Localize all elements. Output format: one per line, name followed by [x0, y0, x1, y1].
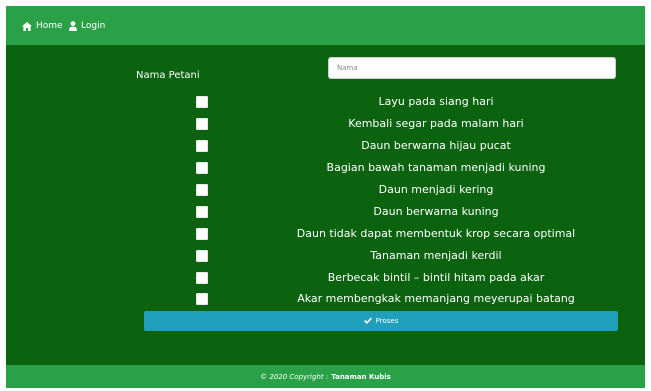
symptom-row: Daun berwarna hijau pucat [6, 137, 645, 157]
symptom-label: Kembali segar pada malam hari [348, 117, 524, 130]
footer-copyright: © 2020 Copyright : [260, 372, 329, 381]
symptom-label: Akar membengkak memanjang meyerupai bata… [297, 292, 575, 305]
process-button[interactable]: Proses [144, 311, 618, 331]
page: Home Login Nama Petani Layu pada siang h… [6, 6, 645, 388]
symptom-row: Daun berwarna kuning [6, 203, 645, 223]
symptom-checkbox[interactable] [196, 250, 208, 262]
symptom-row: Bagian bawah tanaman menjadi kuning [6, 159, 645, 179]
footer-brand: Tanaman Kubis [331, 372, 391, 381]
farmer-name-label: Nama Petani [136, 70, 200, 81]
browser-frame: Home Login Nama Petani Layu pada siang h… [0, 0, 651, 391]
symptom-checkbox[interactable] [196, 162, 208, 174]
symptom-label: Daun tidak dapat membentuk krop secara o… [296, 227, 576, 240]
symptom-checkbox[interactable] [196, 228, 208, 240]
footer: © 2020 Copyright : Tanaman Kubis [6, 365, 645, 388]
symptom-row: Tanaman menjadi kerdil [6, 247, 645, 267]
symptom-label: Tanaman menjadi kerdil [370, 249, 502, 262]
symptom-checkbox[interactable] [196, 96, 208, 108]
symptom-row: Akar membengkak memanjang meyerupai bata… [6, 290, 645, 310]
nav-home-label: Home [36, 21, 63, 31]
nav-login-link[interactable]: Login [69, 19, 105, 33]
symptom-checkbox[interactable] [196, 206, 208, 218]
symptom-row: Daun menjadi kering [6, 181, 645, 201]
symptom-checkbox[interactable] [196, 293, 208, 305]
symptom-checkbox[interactable] [196, 184, 208, 196]
symptom-checkbox[interactable] [196, 118, 208, 130]
symptom-label: Berbecak bintil – bintil hitam pada akar [327, 271, 545, 284]
symptom-row: Layu pada siang hari [6, 93, 645, 113]
check-icon [363, 316, 372, 326]
symptom-row: Daun tidak dapat membentuk krop secara o… [6, 225, 645, 245]
symptom-label: Layu pada siang hari [378, 95, 494, 108]
symptom-checkbox[interactable] [196, 140, 208, 152]
symptom-row: Kembali segar pada malam hari [6, 115, 645, 135]
nav-login-label: Login [81, 21, 106, 31]
symptom-label: Daun menjadi kering [378, 183, 494, 196]
symptom-checkbox[interactable] [196, 272, 208, 284]
top-navbar: Home Login [6, 6, 645, 45]
symptom-label: Daun berwarna kuning [373, 205, 499, 218]
symptom-label: Daun berwarna hijau pucat [361, 139, 511, 152]
symptom-row: Berbecak bintil – bintil hitam pada akar [6, 269, 645, 289]
nav-home-link[interactable]: Home [22, 19, 63, 33]
symptom-label: Bagian bawah tanaman menjadi kuning [326, 161, 546, 174]
process-button-label: Proses [375, 317, 399, 325]
farmer-name-input[interactable] [328, 57, 616, 79]
home-icon [22, 21, 32, 31]
user-icon [69, 21, 77, 31]
